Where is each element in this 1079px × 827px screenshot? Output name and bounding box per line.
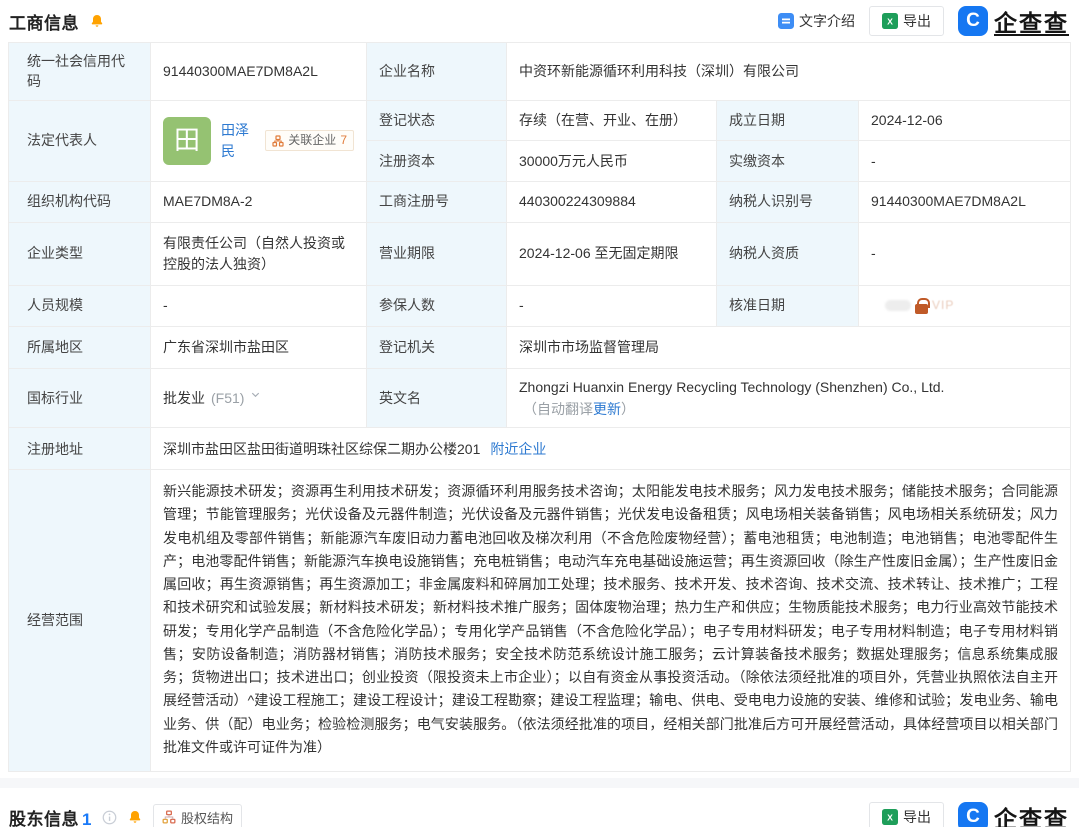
- section-header-business-info: 工商信息 文字介绍 X 导出 C 企查查: [0, 0, 1079, 42]
- credit-code-label: 统一社会信用代码: [9, 43, 151, 100]
- shareholders-title: 股东信息1: [9, 805, 92, 827]
- text-intro-icon: [778, 13, 794, 29]
- biz-term-label: 营业期限: [367, 223, 507, 285]
- qichacha-logo-icon: C: [958, 6, 988, 36]
- section-header-shareholders: 股东信息1 股权结构 X 导出 C 企查查: [0, 796, 1079, 827]
- biz-term-value: 2024-12-06 至无固定期限: [507, 223, 717, 285]
- qichacha-logo: C 企查查: [958, 4, 1069, 38]
- staff-size-label: 人员规模: [9, 286, 151, 326]
- establish-date-label: 成立日期: [717, 101, 859, 141]
- org-code-label: 组织机构代码: [9, 182, 151, 222]
- company-name-label: 企业名称: [367, 43, 507, 100]
- bell-icon[interactable]: [89, 13, 105, 29]
- legal-rep-avatar[interactable]: 田: [163, 117, 211, 165]
- page-title: 工商信息: [9, 9, 79, 34]
- business-info-page: 工商信息 文字介绍 X 导出 C 企查查 统一社会信用代码 91440300: [0, 0, 1079, 827]
- approval-date-label: 核准日期: [717, 286, 859, 326]
- taxpayer-quality-label: 纳税人资质: [717, 223, 859, 285]
- establish-date-value: 2024-12-06: [859, 101, 1070, 141]
- associated-companies-badge[interactable]: 关联企业 7: [265, 130, 354, 151]
- biz-reg-no-value: 440300224309884: [507, 182, 717, 222]
- region-label: 所属地区: [9, 327, 151, 368]
- scope-value: 新兴能源技术研发；资源再生利用技术研发；资源循环利用服务技术咨询；太阳能发电技术…: [151, 470, 1070, 771]
- excel-icon: X: [882, 809, 898, 825]
- address-value: 深圳市盐田区盐田街道明珠社区综保二期办公楼201 附近企业: [151, 428, 1070, 469]
- legal-rep-name-link[interactable]: 田泽民: [221, 120, 257, 161]
- bell-icon[interactable]: [127, 809, 143, 825]
- taxpayer-id-value: 91440300MAE7DM8A2L: [859, 182, 1070, 222]
- approval-date-value: VIP: [859, 286, 1070, 326]
- vip-locked-value[interactable]: VIP: [885, 297, 954, 314]
- region-value: 广东省深圳市盐田区: [151, 327, 367, 368]
- credit-code-value: 91440300MAE7DM8A2L: [151, 43, 367, 100]
- chevron-down-icon[interactable]: [250, 389, 261, 406]
- taxpayer-quality-value: -: [859, 223, 1070, 285]
- shareholders-count: 1: [82, 810, 92, 827]
- staff-size-value: -: [151, 286, 367, 326]
- legal-rep-label: 法定代表人: [9, 101, 151, 181]
- industry-label: 国标行业: [9, 369, 151, 428]
- translate-update-link[interactable]: 更新: [593, 401, 621, 417]
- equity-structure-icon: [162, 810, 176, 824]
- nearby-companies-link[interactable]: 附近企业: [490, 439, 546, 459]
- company-name-value: 中资环新能源循环利用科技（深圳）有限公司: [507, 43, 1070, 100]
- export-button[interactable]: X 导出: [869, 6, 944, 36]
- reg-capital-label: 注册资本: [367, 141, 507, 181]
- taxpayer-id-label: 纳税人识别号: [717, 182, 859, 222]
- reg-status-label: 登记状态: [367, 101, 507, 141]
- qichacha-logo-icon: C: [958, 802, 988, 827]
- reg-status-value: 存续（在营、开业、在册）: [507, 101, 717, 141]
- industry-value: 批发业 (F51): [151, 369, 367, 428]
- export-button[interactable]: X 导出: [869, 802, 944, 827]
- org-code-value: MAE7DM8A-2: [151, 182, 367, 222]
- english-name-value: Zhongzi Huanxin Energy Recycling Technol…: [507, 369, 1070, 428]
- text-intro-button[interactable]: 文字介绍: [778, 11, 855, 31]
- paid-capital-label: 实缴资本: [717, 141, 859, 181]
- address-label: 注册地址: [9, 428, 151, 469]
- svg-text:X: X: [887, 812, 893, 822]
- registration-table: 统一社会信用代码 91440300MAE7DM8A2L 企业名称 中资环新能源循…: [8, 42, 1071, 772]
- paid-capital-value: -: [859, 141, 1070, 181]
- reg-capital-value: 30000万元人民币: [507, 141, 717, 181]
- insured-value: -: [507, 286, 717, 326]
- excel-icon: X: [882, 13, 898, 29]
- svg-text:X: X: [887, 16, 893, 26]
- section-separator: [0, 778, 1079, 788]
- english-name-label: 英文名: [367, 369, 507, 428]
- company-type-label: 企业类型: [9, 223, 151, 285]
- lock-icon: [915, 304, 928, 314]
- reg-authority-value: 深圳市市场监督管理局: [507, 327, 1070, 368]
- qichacha-logo: C 企查查: [958, 800, 1069, 827]
- info-icon[interactable]: [102, 810, 117, 825]
- biz-reg-no-label: 工商注册号: [367, 182, 507, 222]
- legal-rep-cell: 田 田泽民 关联企业 7: [151, 101, 367, 181]
- scope-label: 经营范围: [9, 470, 151, 771]
- equity-structure-button[interactable]: 股权结构: [153, 804, 242, 827]
- insured-label: 参保人数: [367, 286, 507, 326]
- reg-authority-label: 登记机关: [367, 327, 507, 368]
- org-chart-icon: [272, 135, 284, 147]
- company-type-value: 有限责任公司（自然人投资或控股的法人独资）: [151, 223, 367, 285]
